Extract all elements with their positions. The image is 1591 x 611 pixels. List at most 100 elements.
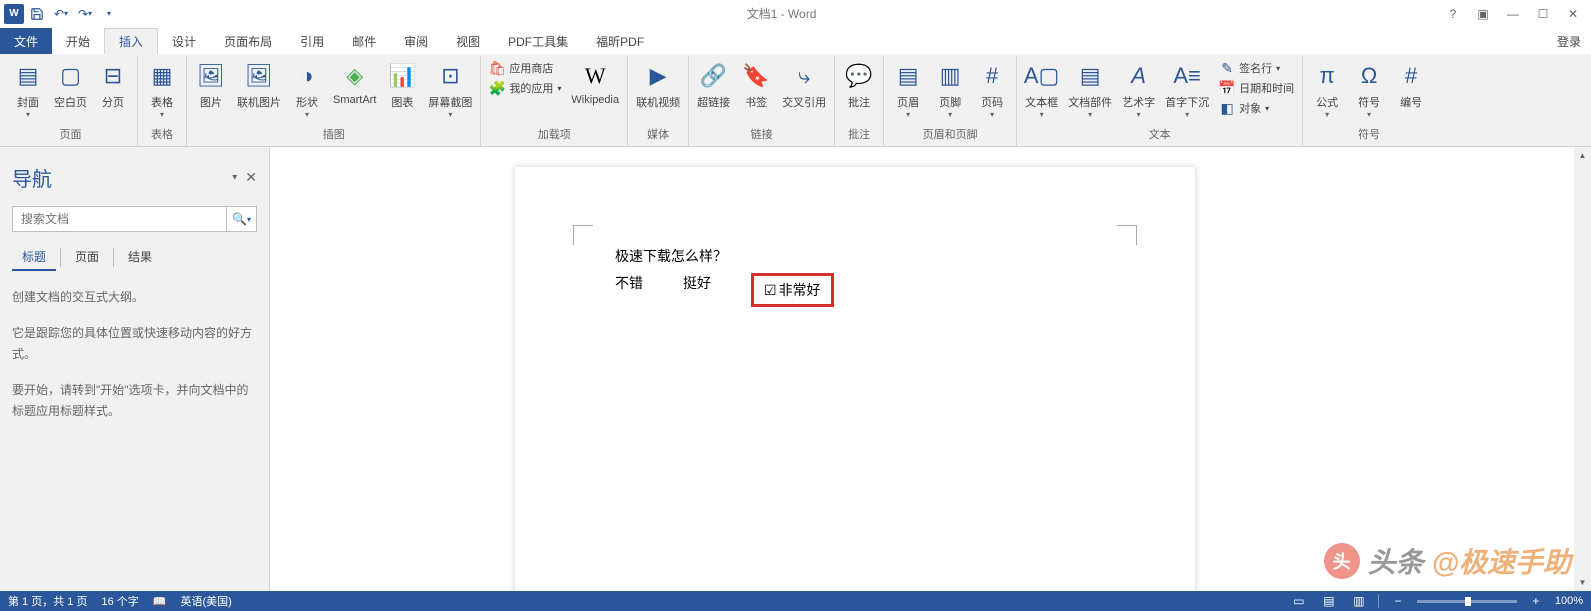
status-proofing-icon[interactable]: 📖 xyxy=(153,595,167,608)
document-page[interactable]: 极速下载怎么样？ 不错 挺好 ☑非常好 xyxy=(515,167,1195,591)
zoom-in-button[interactable]: + xyxy=(1525,592,1547,610)
online-video-button[interactable]: ▶联机视频 xyxy=(632,58,684,112)
page-number-button[interactable]: #页码▾ xyxy=(972,58,1012,121)
maximize-button[interactable]: ☐ xyxy=(1529,3,1557,25)
status-language[interactable]: 英语(美国) xyxy=(180,593,231,609)
signature-button[interactable]: ✎签名行▾ xyxy=(1215,58,1298,78)
group-pages: ▤封面▾ ▢空白页 ⊟分页 页面 xyxy=(4,56,138,146)
search-input[interactable] xyxy=(13,207,226,231)
blank-page-button[interactable]: ▢空白页 xyxy=(50,58,91,112)
doc-option-3-highlighted[interactable]: ☑非常好 xyxy=(751,273,834,307)
textbox-icon: A▢ xyxy=(1026,60,1058,92)
datetime-button[interactable]: 📅日期和时间 xyxy=(1215,78,1298,98)
wordart-button[interactable]: A艺术字▾ xyxy=(1118,58,1159,121)
status-page[interactable]: 第 1 页，共 1 页 xyxy=(8,593,87,609)
number-button[interactable]: #编号 xyxy=(1391,58,1431,112)
tab-pdf-tools[interactable]: PDF工具集 xyxy=(494,28,582,54)
hyperlink-button[interactable]: 🔗超链接 xyxy=(693,58,734,112)
vertical-scrollbar[interactable]: ▲ ▼ xyxy=(1574,147,1591,591)
table-button[interactable]: ▦表格▾ xyxy=(142,58,182,121)
zoom-slider[interactable] xyxy=(1417,600,1517,603)
smartart-button[interactable]: ◈SmartArt xyxy=(329,58,380,108)
search-button[interactable]: 🔍▾ xyxy=(226,207,256,231)
zoom-out-button[interactable]: − xyxy=(1387,592,1409,610)
nav-close-button[interactable]: ✕ xyxy=(245,169,257,186)
scroll-track[interactable] xyxy=(1574,164,1591,574)
help-button[interactable]: ? xyxy=(1439,3,1467,25)
doc-options: 不错 挺好 ☑非常好 xyxy=(615,273,1095,307)
qat-customize-button[interactable]: ▾ xyxy=(98,3,120,25)
group-illustrations: 🖼图片 🖼联机图片 ◑形状▾ ◈SmartArt 📊图表 ⊡屏幕截图▾ 插图 xyxy=(187,56,481,146)
login-link[interactable]: 登录 xyxy=(1547,29,1591,54)
group-addins: 🛍应用商店 🧩我的应用 ▾ WWikipedia 加载项 xyxy=(481,56,628,146)
tab-references[interactable]: 引用 xyxy=(286,28,338,54)
my-addins-button[interactable]: 🧩我的应用 ▾ xyxy=(485,78,565,98)
tab-view[interactable]: 视图 xyxy=(442,28,494,54)
header-button[interactable]: ▤页眉▾ xyxy=(888,58,928,121)
nav-tab-pages[interactable]: 页面 xyxy=(65,244,109,271)
redo-button[interactable]: ↷▾ xyxy=(74,3,96,25)
close-button[interactable]: ✕ xyxy=(1559,3,1587,25)
save-button[interactable] xyxy=(26,3,48,25)
equation-button[interactable]: π公式▾ xyxy=(1307,58,1347,121)
doc-question[interactable]: 极速下载怎么样？ xyxy=(615,247,1095,269)
footer-button[interactable]: ▥页脚▾ xyxy=(930,58,970,121)
nav-tab-results[interactable]: 结果 xyxy=(118,244,162,271)
parts-icon: ▤ xyxy=(1074,60,1106,92)
view-print-button[interactable]: ▤ xyxy=(1318,592,1340,610)
store-button[interactable]: 🛍应用商店 xyxy=(485,58,565,78)
ribbon-display-button[interactable]: ▣ xyxy=(1469,3,1497,25)
watermark: 头 头条 @极速手助 xyxy=(1324,541,1571,581)
tab-foxit-pdf[interactable]: 福昕PDF xyxy=(582,28,658,54)
view-read-button[interactable]: ▭ xyxy=(1288,592,1310,610)
group-media: ▶联机视频 媒体 xyxy=(628,56,689,146)
group-header-footer: ▤页眉▾ ▥页脚▾ #页码▾ 页眉和页脚 xyxy=(884,56,1017,146)
group-label: 加载项 xyxy=(485,124,623,144)
group-label: 插图 xyxy=(191,124,476,144)
textbox-button[interactable]: A▢文本框▾ xyxy=(1021,58,1062,121)
pictures-button[interactable]: 🖼图片 xyxy=(191,58,231,112)
document-area[interactable]: 极速下载怎么样？ 不错 挺好 ☑非常好 ▲ ▼ xyxy=(270,147,1591,591)
minimize-button[interactable]: — xyxy=(1499,3,1527,25)
cross-reference-button[interactable]: ⤷交叉引用 xyxy=(778,58,830,112)
footer-icon: ▥ xyxy=(934,60,966,92)
group-symbols: π公式▾ Ω符号▾ #编号 符号 xyxy=(1303,56,1435,146)
group-comments: 💬批注 批注 xyxy=(835,56,884,146)
page-break-button[interactable]: ⊟分页 xyxy=(93,58,133,112)
view-web-button[interactable]: ▥ xyxy=(1348,592,1370,610)
wordart-icon: A xyxy=(1123,60,1155,92)
screenshot-button[interactable]: ⊡屏幕截图▾ xyxy=(424,58,476,121)
scroll-down-icon[interactable]: ▼ xyxy=(1574,574,1591,591)
dropcap-button[interactable]: A≡首字下沉▾ xyxy=(1161,58,1213,121)
comment-button[interactable]: 💬批注 xyxy=(839,58,879,112)
undo-button[interactable]: ↶▾ xyxy=(50,3,72,25)
bookmark-button[interactable]: 🔖书签 xyxy=(736,58,776,112)
scroll-up-icon[interactable]: ▲ xyxy=(1574,147,1591,164)
wikipedia-button[interactable]: WWikipedia xyxy=(567,58,623,108)
tab-design[interactable]: 设计 xyxy=(158,28,210,54)
tab-home[interactable]: 开始 xyxy=(52,28,104,54)
tab-layout[interactable]: 页面布局 xyxy=(210,28,286,54)
shapes-button[interactable]: ◑形状▾ xyxy=(287,58,327,121)
status-words[interactable]: 16 个字 xyxy=(101,593,138,609)
doc-option-2[interactable]: 挺好 xyxy=(683,273,711,307)
ribbon-tabs: 文件 开始 插入 设计 页面布局 引用 邮件 审阅 视图 PDF工具集 福昕PD… xyxy=(0,28,1591,54)
store-icon: 🛍 xyxy=(489,60,505,76)
online-pictures-button[interactable]: 🖼联机图片 xyxy=(233,58,285,112)
object-button[interactable]: ◧对象▾ xyxy=(1215,98,1298,118)
main-area: 导航 ▾ ✕ 🔍▾ 标题 页面 结果 创建文档的交互式大纲。 它是跟踪您的具体位… xyxy=(0,147,1591,591)
quick-parts-button[interactable]: ▤文档部件▾ xyxy=(1064,58,1116,121)
zoom-level[interactable]: 100% xyxy=(1555,595,1583,607)
symbol-button[interactable]: Ω符号▾ xyxy=(1349,58,1389,121)
tab-insert[interactable]: 插入 xyxy=(104,28,158,54)
tab-review[interactable]: 审阅 xyxy=(390,28,442,54)
cover-page-button[interactable]: ▤封面▾ xyxy=(8,58,48,121)
tab-mailings[interactable]: 邮件 xyxy=(338,28,390,54)
doc-option-1[interactable]: 不错 xyxy=(615,273,643,307)
nav-tab-headings[interactable]: 标题 xyxy=(12,244,56,271)
quick-access-toolbar: W ↶▾ ↷▾ ▾ xyxy=(0,3,124,25)
tab-file[interactable]: 文件 xyxy=(0,28,52,54)
nav-dropdown-icon[interactable]: ▾ xyxy=(232,172,237,183)
chart-button[interactable]: 📊图表 xyxy=(382,58,422,112)
header-icon: ▤ xyxy=(892,60,924,92)
